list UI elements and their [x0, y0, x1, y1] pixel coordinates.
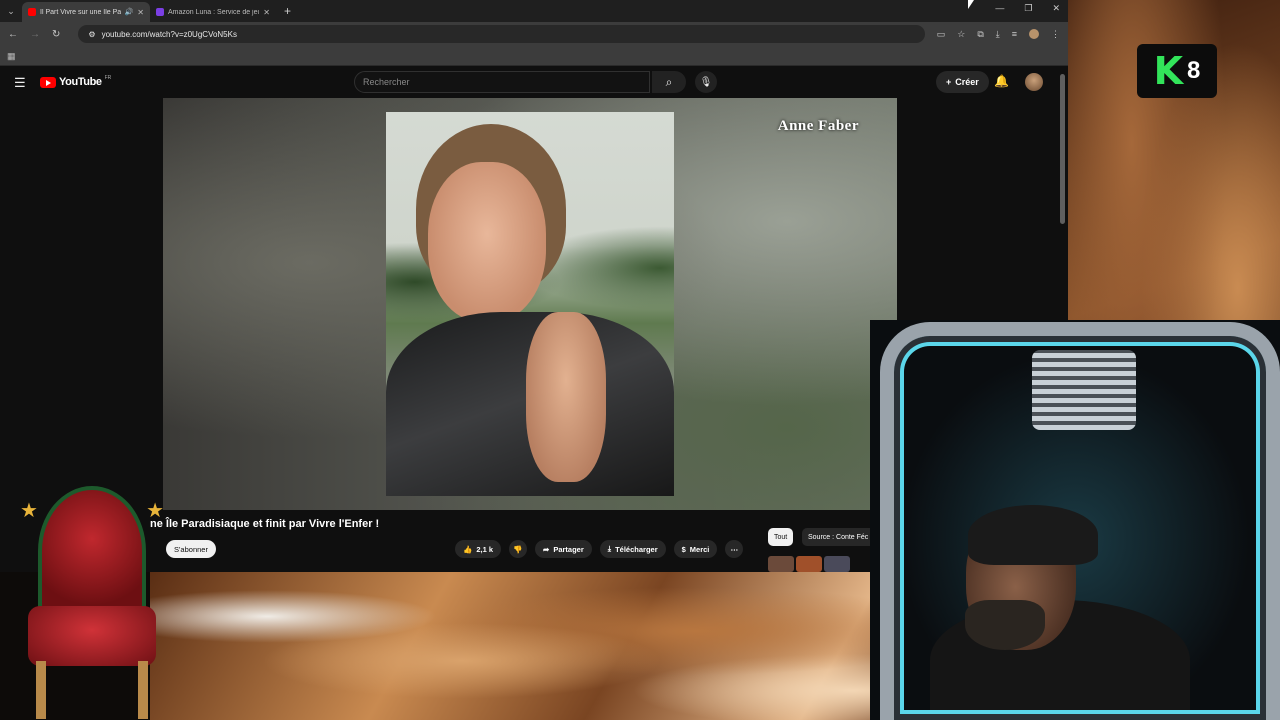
- reload-icon[interactable]: ↻: [52, 29, 60, 40]
- download-label: Télécharger: [615, 544, 658, 554]
- media-control-icon[interactable]: ≡: [1012, 29, 1017, 39]
- more-dots-icon: ⋯: [730, 544, 739, 554]
- plus-icon: +: [946, 77, 952, 87]
- thumbnail[interactable]: [824, 556, 850, 572]
- screen: ⌄ Il Part Vivre sur une Île Parad... 🔊 ✕…: [0, 0, 1280, 720]
- notifications-bell-icon[interactable]: 🔔: [994, 74, 1009, 88]
- downloads-icon[interactable]: ⤓: [996, 29, 1000, 40]
- restore-icon[interactable]: ❐: [1024, 3, 1032, 14]
- video-player[interactable]: Anne Faber: [163, 98, 897, 510]
- like-count: 2,1 k: [476, 544, 494, 554]
- christmas-throne-image: ★ ★: [18, 476, 166, 720]
- thanks-button[interactable]: $ Merci: [673, 540, 718, 558]
- youtube-wordmark: YouTube: [59, 76, 102, 88]
- extensions-icon[interactable]: ⧉: [977, 29, 983, 40]
- thanks-label: Merci: [689, 544, 710, 554]
- menu-dots-icon[interactable]: ⋮: [1051, 29, 1060, 40]
- minimize-icon[interactable]: —: [995, 3, 1004, 14]
- hamburger-menu-icon[interactable]: ☰: [14, 75, 26, 91]
- decorative-background-bottom: [150, 572, 930, 720]
- amazon-luna-favicon-icon: [156, 8, 164, 16]
- close-window-icon[interactable]: ✕: [1052, 3, 1060, 14]
- like-button[interactable]: 👍 2,1 k: [455, 540, 502, 558]
- share-icon: ➦: [543, 544, 550, 554]
- video-actions: 👍 2,1 k 👎 ➦ Partager ⤓ Télécharger $ Mer…: [455, 540, 744, 558]
- share-label: Partager: [553, 544, 584, 554]
- youtube-play-icon: [40, 76, 56, 88]
- mouse-cursor-icon: [968, 0, 974, 9]
- create-label: Créer: [955, 77, 979, 87]
- country-code: FR: [104, 75, 112, 81]
- k8-letter: K: [1153, 49, 1184, 93]
- url-text: youtube.com/watch?v=z0UgCVoN5Ks: [101, 29, 237, 39]
- dislike-button[interactable]: 👎: [509, 540, 528, 558]
- tab-close-icon[interactable]: ✕: [137, 8, 144, 17]
- video-content: [386, 112, 674, 496]
- cast-icon[interactable]: ▭: [937, 29, 946, 40]
- bookmarks-bar: ▦: [0, 46, 1068, 66]
- filter-chip-source[interactable]: Source : Conte Féc: [802, 528, 878, 546]
- speaker-icon[interactable]: 🔊: [125, 8, 134, 16]
- search-icon: ⌕: [665, 74, 673, 89]
- address-bar[interactable]: ⚙ youtube.com/watch?v=z0UgCVoN5Ks: [78, 25, 925, 43]
- thumbs-down-icon: 👎: [513, 544, 523, 554]
- share-button[interactable]: ➦ Partager: [535, 540, 592, 558]
- bookmark-star-icon[interactable]: ☆: [957, 29, 965, 40]
- thumbnail[interactable]: [796, 556, 822, 572]
- more-actions-button[interactable]: ⋯: [725, 540, 744, 558]
- k8-logo: K 8: [1137, 44, 1217, 98]
- download-button[interactable]: ⤓ Télécharger: [599, 540, 666, 558]
- throne-seat: [28, 606, 156, 666]
- site-info-icon[interactable]: ⚙: [88, 30, 95, 39]
- tab-title: Il Part Vivre sur une Île Parad...: [40, 8, 121, 16]
- toolbar-icons: ▭ ☆ ⧉ ⤓ ≡ ⋮: [937, 29, 1060, 40]
- k8-number: 8: [1187, 57, 1201, 84]
- thumbs-up-icon: 👍: [463, 544, 473, 554]
- search-input[interactable]: Rechercher: [354, 71, 650, 93]
- youtube-header: ☰ YouTube FR Rechercher ⌕ 🎙 + Créer 🔔: [0, 66, 1068, 98]
- tab-search-icon[interactable]: ⌄: [0, 0, 22, 22]
- tab-close-icon[interactable]: ✕: [263, 8, 270, 17]
- person-face: [428, 162, 546, 322]
- create-button[interactable]: + Créer: [936, 71, 989, 93]
- video-title: ne Île Paradisiaque et finit par Vivre l…: [150, 518, 380, 530]
- apps-grid-icon[interactable]: ▦: [7, 51, 16, 62]
- channel-watermark: Anne Faber: [777, 118, 859, 134]
- search-button[interactable]: ⌕: [652, 71, 686, 93]
- thanks-icon: $: [681, 544, 686, 554]
- youtube-logo[interactable]: YouTube FR: [40, 75, 112, 88]
- throne-back: [38, 486, 146, 616]
- user-avatar[interactable]: [1025, 73, 1043, 91]
- filter-chip-all[interactable]: Tout: [768, 528, 794, 546]
- voice-search-button[interactable]: 🎙: [695, 71, 717, 93]
- profile-avatar[interactable]: [1029, 29, 1039, 39]
- throne-legs: [36, 661, 148, 719]
- peace-sign-hand: [526, 312, 606, 482]
- microphone-icon: 🎙: [699, 76, 713, 88]
- sci-fi-frame-crest: [1032, 350, 1136, 430]
- tab-title: Amazon Luna : Service de jeux: [168, 8, 260, 16]
- forward-icon[interactable]: →: [30, 29, 40, 40]
- browser-tab-bar: ⌄ Il Part Vivre sur une Île Parad... 🔊 ✕…: [0, 0, 1068, 22]
- tab-amazon-luna[interactable]: Amazon Luna : Service de jeux ✕: [150, 2, 276, 22]
- back-icon[interactable]: ←: [8, 29, 18, 40]
- recommended-thumbnails: [768, 556, 878, 572]
- browser-toolbar: ← → ↻ ⚙ youtube.com/watch?v=z0UgCVoN5Ks …: [0, 22, 1068, 46]
- star-icon: ★: [146, 500, 164, 522]
- youtube-favicon-icon: [28, 8, 36, 16]
- download-icon: ⤓: [607, 544, 612, 553]
- subscribe-button[interactable]: S'abonner: [166, 540, 216, 558]
- thumbnail[interactable]: [768, 556, 794, 572]
- new-tab-button[interactable]: +: [284, 4, 291, 18]
- window-controls: — ❐ ✕: [995, 3, 1060, 14]
- page-scrollbar[interactable]: [1060, 74, 1065, 224]
- tab-youtube[interactable]: Il Part Vivre sur une Île Parad... 🔊 ✕: [22, 2, 150, 22]
- star-icon: ★: [20, 500, 38, 522]
